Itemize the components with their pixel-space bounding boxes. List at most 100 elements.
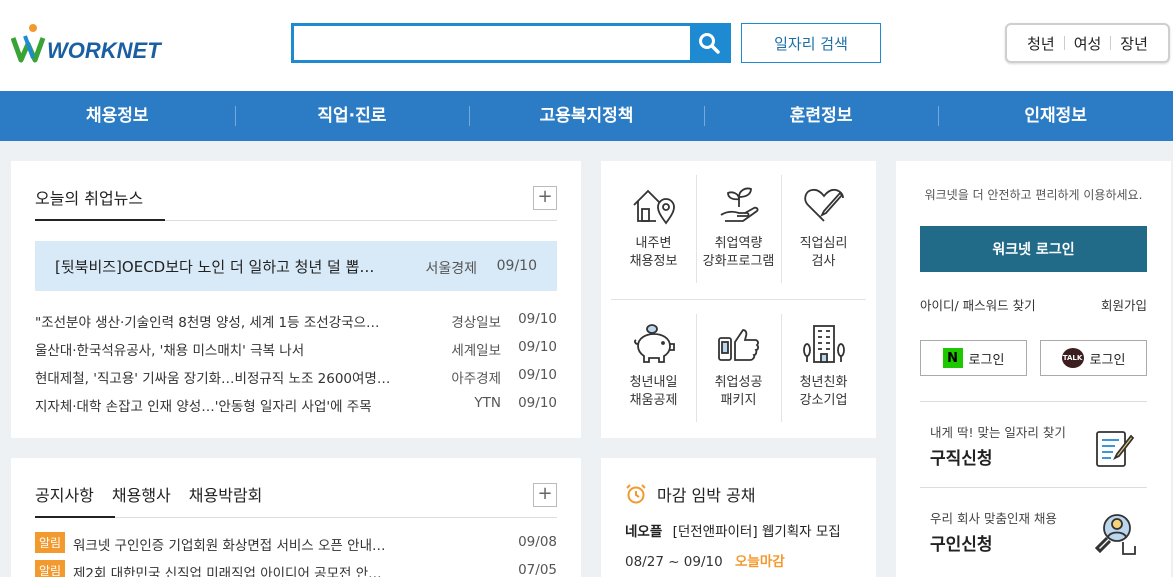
notice-title[interactable]: 제2회 대한민국 신직업 미래직업 아이디어 공모전 안…	[73, 562, 382, 577]
login-description: 워크넷을 더 안전하고 편리하게 이용하세요.	[924, 188, 1143, 202]
piggy-bank-icon	[633, 324, 675, 363]
notice-panel: 공지사항 채용행사 채용박람회 + 알림 워크넷 구인인증 기업회원 화상면접 …	[11, 458, 581, 577]
building-icon	[802, 325, 845, 363]
list-item[interactable]: 현대제철, '직고용' 기싸움 장기화…비정규직 노조 2600여명… 아주경제…	[35, 363, 557, 391]
nav-career[interactable]: 직업·진로	[234, 91, 470, 141]
service-youth-friendly-sme[interactable]: 청년친화 강소기업	[781, 314, 866, 437]
thumbs-up-phone-icon	[717, 329, 759, 361]
deadline-header: 마감 임박 공채	[625, 482, 756, 506]
target-group: 청년 여성 장년	[1005, 23, 1170, 63]
news-source: 세계일보	[451, 343, 501, 359]
news-title[interactable]: "조선분야 생산·기술인력 8천명 양성, 세계 1등 조선강국으…	[35, 311, 379, 331]
search-input[interactable]	[294, 26, 692, 60]
job-seeker-application-card[interactable]: 내게 딱! 맞는 일자리 찾기 구직신청	[920, 401, 1147, 487]
naver-icon: N	[942, 348, 963, 368]
target-senior[interactable]: 장년	[1111, 33, 1157, 54]
tab-job-fair[interactable]: 채용박람회	[189, 482, 263, 506]
person-magnifier-icon	[1094, 514, 1136, 555]
service-nearby-jobs[interactable]: 내주변 채용정보	[611, 175, 696, 299]
target-youth[interactable]: 청년	[1018, 33, 1064, 54]
notice-badge: 알림	[35, 532, 66, 553]
logo-text: WORKNET	[47, 38, 162, 63]
search-box	[291, 23, 731, 63]
deadline-job-title[interactable]: [던전앤파이터] 웹기획자 모집	[673, 524, 841, 540]
nav-welfare-policy[interactable]: 고용복지정책	[469, 91, 704, 141]
kakao-talk-icon: TALK	[1061, 348, 1084, 368]
worknet-login-button[interactable]: 워크넷 로그인	[920, 226, 1147, 272]
find-id-password-link[interactable]: 아이디/ 패스워드 찾기	[920, 295, 1036, 314]
service-success-package[interactable]: 취업성공 패키지	[696, 314, 781, 437]
headline-source: 서울경제	[425, 261, 477, 277]
notice-tabs: 공지사항 채용행사 채용박람회	[35, 482, 262, 506]
headline-news[interactable]: [뒷북비즈]OECD보다 노인 더 일하고 청년 덜 뽑… 서울경제 09/10	[35, 241, 557, 291]
card-title[interactable]: 구직신청	[930, 444, 993, 469]
job-search-button[interactable]: 일자리 검색	[741, 23, 881, 63]
naver-login-label: 로그인	[968, 352, 1005, 368]
employer-application-card[interactable]: 우리 회사 맞춤인재 채용 구인신청	[920, 487, 1147, 573]
card-title[interactable]: 구인신청	[930, 530, 993, 555]
list-item[interactable]: 알림 워크넷 구인인증 기업회원 화상면접 서비스 오픈 안내… 09/08	[35, 530, 557, 558]
headline-title[interactable]: [뒷북비즈]OECD보다 노인 더 일하고 청년 덜 뽑…	[55, 256, 374, 277]
active-tab-indicator	[35, 516, 115, 518]
service-grid: 내주변 채용정보 취업역량 강화프로그램 직업심리 검사 청년내일 채움공제 취…	[611, 175, 866, 437]
heart-pen-icon	[803, 188, 844, 222]
news-date: 09/10	[518, 339, 557, 355]
notice-list: 알림 워크넷 구인인증 기업회원 화상면접 서비스 오픈 안내… 09/08 알…	[35, 530, 557, 577]
list-item[interactable]: "조선분야 생산·기술인력 8천명 양성, 세계 1등 조선강국으… 경상일보 …	[35, 307, 557, 335]
news-list: "조선분야 생산·기술인력 8천명 양성, 세계 1등 조선강국으… 경상일보 …	[35, 307, 557, 419]
news-source: 경상일보	[451, 315, 501, 331]
list-item[interactable]: 지자체·대학 손잡고 인재 양성…'안동형 일자리 사업'에 주목 YTN 09…	[35, 391, 557, 419]
kakao-login-button[interactable]: TALK 로그인	[1040, 340, 1147, 376]
naver-login-button[interactable]: N 로그인	[920, 340, 1027, 376]
kakao-login-label: 로그인	[1089, 352, 1126, 368]
service-label: 직업심리 검사	[799, 236, 848, 269]
news-more-button[interactable]: +	[533, 186, 557, 210]
list-item[interactable]: 울산대·한국석유공사, '채용 미스매치' 극복 나서 세계일보 09/10	[35, 335, 557, 363]
service-youth-savings[interactable]: 청년내일 채움공제	[611, 314, 696, 437]
worknet-logo[interactable]: WORKNET	[11, 22, 171, 64]
list-item[interactable]: 알림 제2회 대한민국 신직업 미래직업 아이디어 공모전 안… 07/05	[35, 558, 557, 577]
service-psych-test[interactable]: 직업심리 검사	[781, 175, 866, 299]
news-source: YTN	[474, 395, 501, 411]
active-tab-indicator	[35, 219, 165, 221]
login-panel: 워크넷을 더 안전하고 편리하게 이용하세요. 워크넷 로그인 아이디/ 패스워…	[896, 161, 1171, 577]
news-title[interactable]: 현대제철, '직고용' 기싸움 장기화…비정규직 노조 2600여명…	[35, 367, 390, 387]
header: WORKNET 일자리 검색 청년 여성 장년	[0, 0, 1173, 91]
nav-talent[interactable]: 인재정보	[938, 91, 1173, 141]
notice-badge: 알림	[35, 560, 66, 577]
deadline-period-row: 08/27 ~ 09/10 오늘마감	[625, 550, 785, 570]
deadline-panel: 마감 임박 공채 네오플 [던전앤파이터] 웹기획자 모집 08/27 ~ 09…	[601, 458, 876, 577]
news-date: 09/10	[518, 367, 557, 383]
tab-recruit-events[interactable]: 채용행사	[112, 482, 171, 506]
nav-training[interactable]: 훈련정보	[703, 91, 939, 141]
card-subtitle: 내게 딱! 맞는 일자리 찾기	[930, 425, 1066, 440]
target-women[interactable]: 여성	[1065, 33, 1111, 54]
news-source: 아주경제	[451, 371, 501, 387]
service-label: 청년친화 강소기업	[799, 375, 848, 408]
service-row: 청년내일 채움공제 취업성공 패키지 청년친화 강소기업	[611, 299, 866, 437]
house-location-icon	[632, 189, 675, 225]
deadline-job[interactable]: 네오플 [던전앤파이터] 웹기획자 모집	[625, 520, 841, 540]
news-title[interactable]: 지자체·대학 손잡고 인재 양성…'안동형 일자리 사업'에 주목	[35, 395, 372, 415]
notice-title[interactable]: 워크넷 구인인증 기업회원 화상면접 서비스 오픈 안내…	[73, 534, 386, 554]
service-label: 취업성공 패키지	[714, 375, 763, 408]
service-competency-program[interactable]: 취업역량 강화프로그램	[696, 175, 781, 299]
main-nav: 채용정보 직업·진로 고용복지정책 훈련정보 인재정보	[0, 91, 1173, 141]
alarm-clock-icon	[626, 484, 646, 504]
quick-service-panel: 내주변 채용정보 취업역량 강화프로그램 직업심리 검사 청년내일 채움공제 취…	[601, 161, 876, 438]
news-date: 09/10	[518, 311, 557, 327]
tab-notice[interactable]: 공지사항	[35, 482, 94, 506]
tab-news[interactable]: 오늘의 취업뉴스	[35, 185, 143, 221]
deadline-company: 네오플	[625, 524, 663, 540]
signup-link[interactable]: 회원가입	[1101, 295, 1147, 314]
notice-more-button[interactable]: +	[533, 483, 557, 507]
search-button[interactable]	[690, 26, 728, 60]
card-subtitle: 우리 회사 맞춤인재 채용	[930, 511, 1057, 526]
news-title[interactable]: 울산대·한국석유공사, '채용 미스매치' 극복 나서	[35, 339, 304, 359]
service-label: 취업역량 강화프로그램	[702, 236, 775, 269]
notice-date: 07/05	[518, 562, 557, 577]
news-panel: 오늘의 취업뉴스 + [뒷북비즈]OECD보다 노인 더 일하고 청년 덜 뽑……	[11, 161, 581, 438]
service-label: 청년내일 채움공제	[629, 375, 678, 408]
deadline-status: 오늘마감	[735, 554, 785, 570]
nav-recruitment[interactable]: 채용정보	[0, 91, 235, 141]
